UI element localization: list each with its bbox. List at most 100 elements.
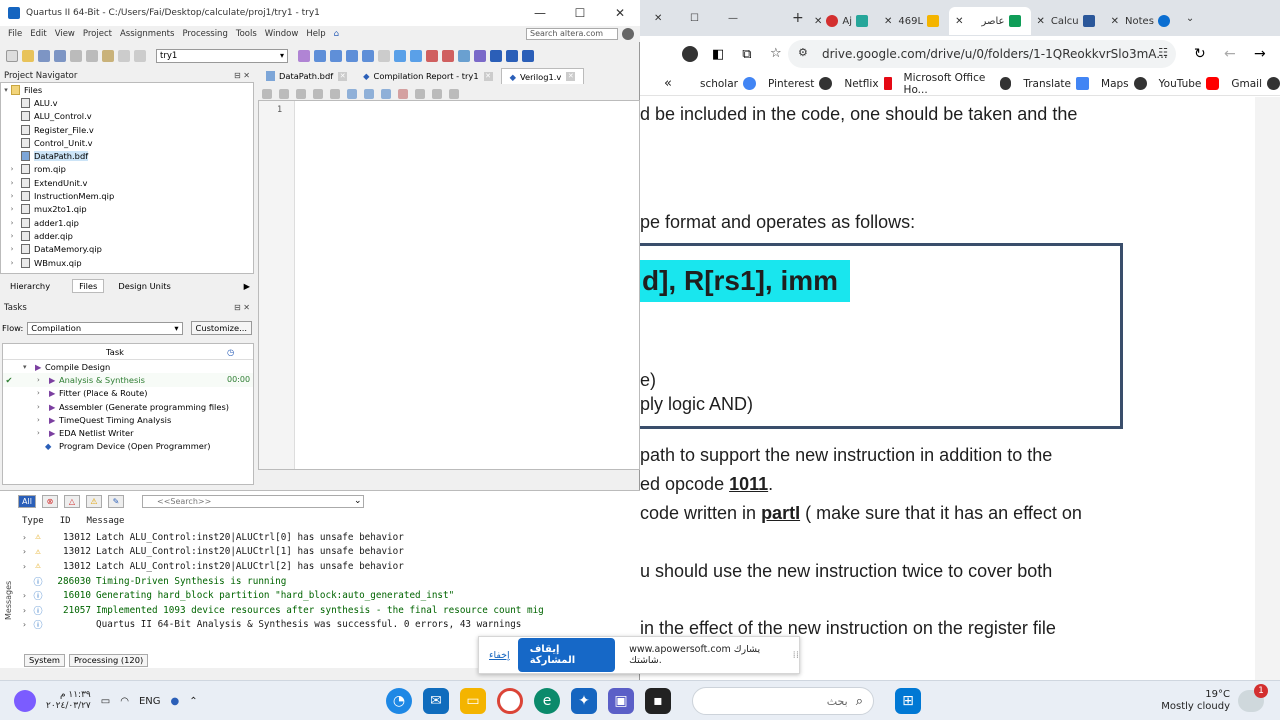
profile-icon[interactable] <box>682 46 698 62</box>
tab-design-units[interactable]: Design Units <box>118 281 171 291</box>
copilot-icon[interactable] <box>14 690 36 712</box>
extensions-icon[interactable]: ⧉ <box>742 47 751 62</box>
tab-close-icon[interactable]: ✕ <box>483 71 493 81</box>
chrome-tab-active[interactable]: ✕ عاصر <box>949 7 1031 35</box>
compile-report-icon[interactable] <box>442 50 454 62</box>
wifi-icon[interactable]: ◠ <box>120 696 129 707</box>
editor-tool-icon[interactable] <box>398 89 408 99</box>
filter-all-button[interactable]: All <box>18 494 36 508</box>
tree-file-control-unit[interactable]: Control_Unit.v <box>1 136 253 149</box>
menu-processing[interactable]: Processing <box>182 29 227 39</box>
save-all-icon[interactable] <box>54 50 66 62</box>
settings-icon[interactable] <box>298 50 310 62</box>
message-row[interactable]: › ⓘ 16010 Generating hard_block partition "… <box>22 588 630 603</box>
address-bar[interactable]: ☆ ⚙ drive.google.com/drive/u/0/folders/1… <box>770 40 1176 68</box>
expand-arrow-icon[interactable]: › <box>7 179 17 187</box>
error-filter-icon[interactable]: ⊗ <box>42 494 58 508</box>
message-row[interactable]: ⓘ 286030 Timing-Driven Synthesis is runnin… <box>22 574 630 589</box>
tree-root[interactable]: ▾ Files <box>1 83 253 96</box>
tab-search-icon[interactable]: ⌄ <box>1186 13 1194 24</box>
open-folder-icon[interactable] <box>22 50 34 62</box>
stop-sharing-button[interactable]: إيقاف المشاركة <box>517 638 616 672</box>
menu-tools[interactable]: Tools <box>236 29 257 39</box>
task-row[interactable]: › ▶ Assembler (Generate programming file… <box>3 400 253 413</box>
tree-file-alu[interactable]: ALU.v <box>1 96 253 109</box>
collapse-arrow-icon[interactable]: ▾ <box>15 363 35 371</box>
editor-tool-icon[interactable] <box>432 89 442 99</box>
tab-close-icon[interactable]: ✕ <box>814 16 822 27</box>
tree-file-datapath[interactable]: DataPath.bdf <box>1 149 253 162</box>
expand-arrow-icon[interactable]: › <box>15 389 49 397</box>
design-partition-icon[interactable] <box>362 50 374 62</box>
message-row[interactable]: › ⓘ 21057 Implemented 1093 device resources… <box>22 603 630 618</box>
message-row[interactable]: › ⓘ Quartus II 64-Bit Analysis & Synthesis… <box>22 618 630 633</box>
help-icon[interactable] <box>522 50 534 62</box>
tree-file-mux2to1[interactable]: › mux2to1.qip <box>1 203 253 216</box>
clock[interactable]: ١١:٣٩ م ٢٠٢٤/٠٣/٢٧ <box>46 690 91 712</box>
tab-close-icon[interactable]: ✕ <box>884 16 892 27</box>
tabs-scroll-right-icon[interactable]: ▶ <box>244 281 250 291</box>
editor-tool-icon[interactable] <box>313 89 323 99</box>
editor-tool-icon[interactable] <box>381 89 391 99</box>
expand-arrow-icon[interactable]: › <box>22 547 32 556</box>
editor-tool-icon[interactable] <box>449 89 459 99</box>
menu-edit[interactable]: Edit <box>30 29 46 39</box>
expand-arrow-icon[interactable]: › <box>15 416 49 424</box>
editor-tool-icon[interactable] <box>364 89 374 99</box>
panel-close-icon[interactable]: ⊟ ✕ <box>234 71 250 80</box>
expand-arrow-icon[interactable]: › <box>15 403 49 411</box>
tree-file-extendunit[interactable]: › ExtendUnit.v <box>1 176 253 189</box>
new-file-icon[interactable] <box>6 50 18 62</box>
expand-arrow-icon[interactable]: › <box>22 591 32 600</box>
analysis-icon[interactable] <box>410 50 422 62</box>
tab-close-icon[interactable]: ✕ <box>566 72 576 81</box>
expand-arrow-icon[interactable]: › <box>22 533 32 542</box>
menu-assignments[interactable]: Assignments <box>120 29 174 39</box>
start-compilation-icon[interactable] <box>394 50 406 62</box>
tab-datapath-bdf[interactable]: DataPath.bdf ✕ <box>258 68 355 84</box>
bookmark-youtube[interactable]: YouTube <box>1159 77 1220 90</box>
column-type[interactable]: Type <box>22 516 44 526</box>
flow-select[interactable]: Compilation <box>27 321 183 335</box>
message-row[interactable]: › ⚠ 13012 Latch ALU_Control:inst20|ALUCtrl[… <box>22 559 630 574</box>
timing-analyzer-icon[interactable] <box>426 50 438 62</box>
close-icon[interactable]: ✕ <box>600 6 640 20</box>
bookmark-office[interactable]: Microsoft Office Ho... <box>904 72 1012 96</box>
tab-system[interactable]: System <box>24 654 65 667</box>
task-row[interactable]: ◆ Program Device (Open Programmer) <box>3 440 253 453</box>
customize-button[interactable]: Customize... <box>190 321 252 335</box>
task-row[interactable]: › ▶ EDA Netlist Writer <box>3 426 253 439</box>
language-indicator[interactable]: ENG <box>139 696 161 707</box>
pin-planner-icon[interactable] <box>314 50 326 62</box>
battery-icon[interactable]: ▭ <box>101 696 110 707</box>
search-globe-icon[interactable] <box>622 28 634 40</box>
tab-close-icon[interactable]: ✕ <box>1037 16 1045 27</box>
bookmark-maps[interactable]: Maps <box>1101 77 1147 90</box>
restore-icon[interactable]: ☐ <box>690 13 706 24</box>
teams-icon[interactable]: ▣ <box>608 688 634 714</box>
chrome-icon[interactable] <box>497 688 523 714</box>
bookmarks-chevron-icon[interactable]: « <box>664 76 672 91</box>
weather-widget[interactable]: 19°C Mostly cloudy 1 <box>1161 684 1268 717</box>
tab-processing[interactable]: Processing (120) <box>68 654 149 667</box>
tab-files[interactable]: Files <box>72 279 105 293</box>
paste-icon[interactable] <box>102 50 114 62</box>
minimize-icon[interactable]: — <box>728 13 744 24</box>
expand-arrow-icon[interactable]: › <box>22 562 32 571</box>
mail-icon[interactable]: ✉ <box>423 688 449 714</box>
chrome-tab[interactable]: ✕ 469L <box>878 7 949 35</box>
bookmark-translate[interactable]: Translate <box>1023 77 1090 90</box>
tune-icon[interactable]: ☷ <box>1158 46 1168 59</box>
side-panel-icon[interactable]: ◧ <box>712 47 724 62</box>
code-editor[interactable]: 1 <box>258 100 640 470</box>
undo-icon[interactable] <box>118 50 130 62</box>
expand-arrow-icon[interactable]: › <box>15 429 49 437</box>
hide-share-link[interactable]: إخفاء <box>489 650 510 661</box>
bookmark-gmail[interactable]: Gmail <box>1231 77 1280 90</box>
help-pin-icon[interactable]: ⌂ <box>334 29 339 39</box>
maximize-icon[interactable]: ☐ <box>560 6 600 20</box>
redo-icon[interactable] <box>134 50 146 62</box>
warning-filter-icon[interactable]: ⚠ <box>86 494 102 508</box>
bookmark-star-icon[interactable]: ☆ <box>770 46 782 61</box>
menu-help[interactable]: Help <box>306 29 325 39</box>
